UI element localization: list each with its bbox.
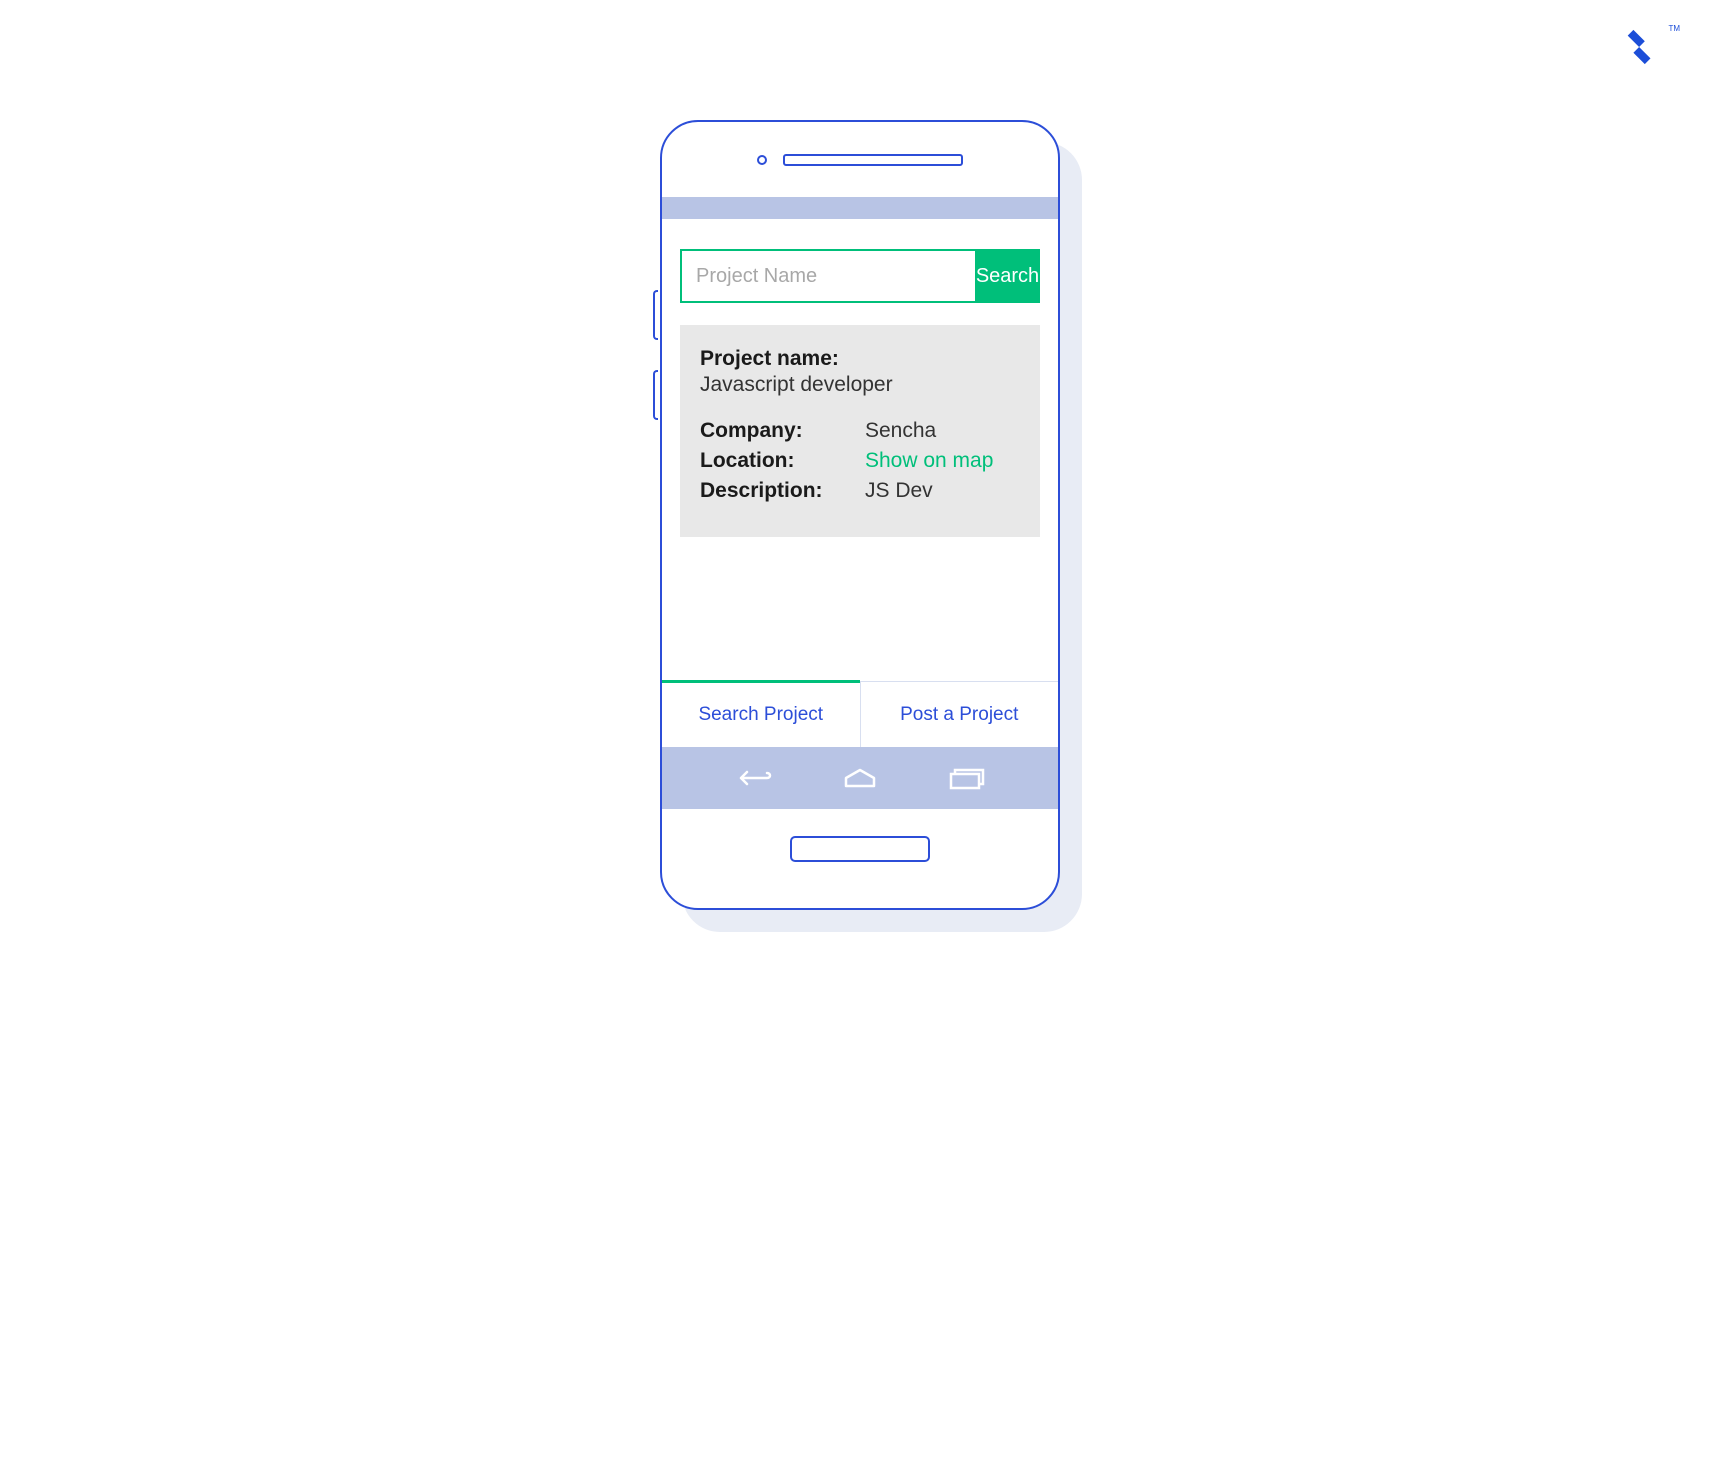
tab-post-project[interactable]: Post a Project [861, 682, 1059, 747]
app-screen: Search Project name: Javascript develope… [662, 219, 1058, 681]
toptal-logo-icon [1622, 28, 1660, 66]
show-on-map-link[interactable]: Show on map [865, 449, 993, 473]
phone-top-bezel [662, 122, 1058, 197]
phone-side-button [653, 290, 658, 340]
phone-home-button [790, 836, 930, 862]
search-row: Search [680, 249, 1040, 303]
detail-row: Company: Sencha [700, 419, 1020, 443]
search-input[interactable] [680, 249, 975, 303]
search-button[interactable]: Search [975, 249, 1040, 303]
location-label: Location: [700, 449, 865, 473]
status-bar [662, 197, 1058, 219]
phone-speaker-icon [783, 154, 963, 166]
tab-search-project[interactable]: Search Project [662, 682, 861, 747]
home-icon[interactable] [835, 764, 885, 792]
detail-row: Location: Show on map [700, 449, 1020, 473]
description-label: Description: [700, 479, 865, 503]
company-value: Sencha [865, 419, 936, 443]
bottom-tabs: Search Project Post a Project [662, 681, 1058, 747]
project-name-label: Project name: [700, 347, 1020, 371]
phone-mockup: Search Project name: Javascript develope… [660, 120, 1060, 910]
phone-camera-icon [757, 155, 767, 165]
detail-row: Description: JS Dev [700, 479, 1020, 503]
phone-bottom-bezel [662, 809, 1058, 889]
project-result-card: Project name: Javascript developer Compa… [680, 325, 1040, 537]
android-nav-bar [662, 747, 1058, 809]
recent-apps-icon[interactable] [940, 764, 990, 792]
project-name-value: Javascript developer [700, 373, 1020, 397]
company-label: Company: [700, 419, 865, 443]
trademark-symbol: TM [1668, 24, 1680, 33]
phone-side-button [653, 370, 658, 420]
description-value: JS Dev [865, 479, 933, 503]
back-icon[interactable] [730, 764, 780, 792]
